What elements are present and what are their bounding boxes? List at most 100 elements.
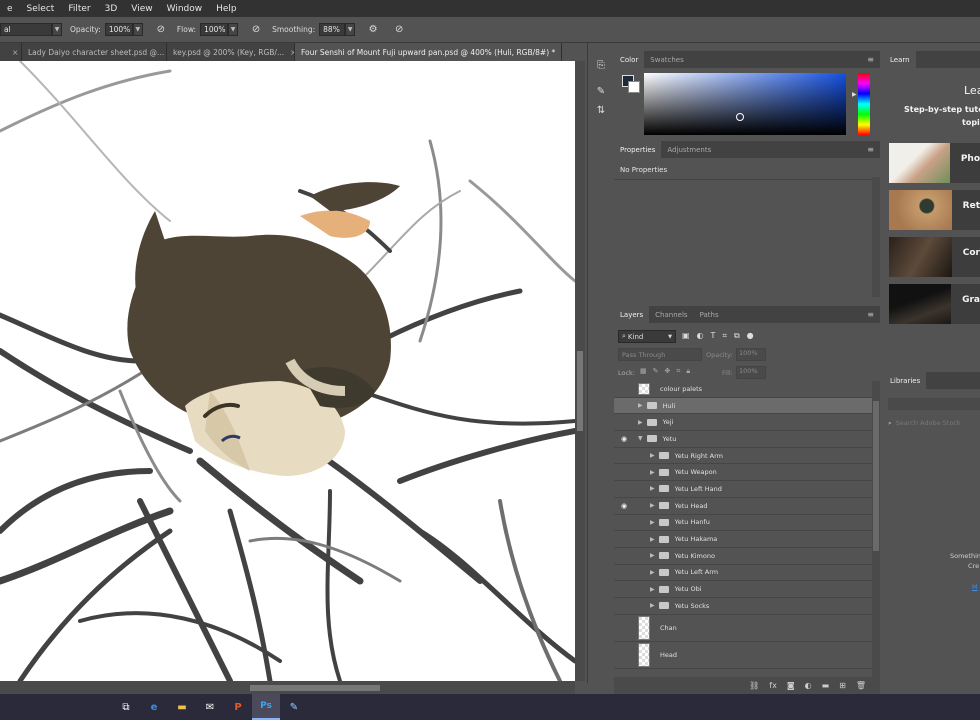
- photoshop-icon[interactable]: Ps: [252, 694, 280, 720]
- hue-slider-arrow[interactable]: ▶: [852, 91, 857, 98]
- layer-opacity-field[interactable]: 100%: [736, 348, 766, 361]
- chevron-right-icon[interactable]: ▶: [650, 536, 655, 543]
- menu-3d[interactable]: 3D: [98, 4, 125, 14]
- layer-row[interactable]: ▶ Yetu Obi: [614, 581, 872, 598]
- eye-icon[interactable]: [614, 464, 634, 480]
- menu-filter[interactable]: Filter: [61, 4, 97, 14]
- eye-icon[interactable]: [614, 448, 634, 464]
- properties-scrollbar[interactable]: [872, 177, 880, 297]
- learn-card-retouch[interactable]: Ret: [889, 190, 980, 230]
- eye-icon[interactable]: [614, 381, 634, 397]
- hamburger-icon[interactable]: ≡: [867, 145, 874, 154]
- chevron-down-icon[interactable]: ▼: [228, 23, 239, 36]
- doc-tab-key[interactable]: key.psd @ 200% (Key, RGB/...×: [167, 43, 295, 61]
- library-select[interactable]: [888, 398, 980, 410]
- doc-tab-four-senshi[interactable]: Four Senshi of Mount Fuji upward pan.psd…: [295, 43, 562, 61]
- airbrush-icon[interactable]: ⊘: [248, 22, 264, 38]
- tab-swatches[interactable]: Swatches: [644, 51, 689, 68]
- layer-row[interactable]: colour palets: [614, 381, 872, 398]
- scroll-thumb[interactable]: [873, 401, 879, 551]
- chevron-right-icon[interactable]: ▶: [638, 419, 643, 426]
- chevron-right-icon[interactable]: ▶: [650, 569, 655, 576]
- gear-icon[interactable]: ⚙: [365, 22, 381, 38]
- chevron-right-icon[interactable]: ▶: [650, 502, 655, 509]
- color-picker-cursor[interactable]: [736, 113, 744, 121]
- tab-channels[interactable]: Channels: [649, 306, 693, 323]
- tab-learn[interactable]: Learn: [884, 51, 916, 68]
- hamburger-icon[interactable]: ≡: [867, 55, 874, 64]
- eye-icon[interactable]: [614, 531, 634, 547]
- flow-field[interactable]: 100%: [200, 23, 229, 36]
- chevron-right-icon[interactable]: ▶: [638, 402, 643, 409]
- powerpoint-icon[interactable]: P: [224, 694, 252, 720]
- lock-all-icon[interactable]: 🔒︎: [686, 367, 690, 376]
- eye-icon[interactable]: [614, 598, 634, 614]
- hamburger-icon[interactable]: ≡: [867, 310, 874, 319]
- chevron-down-icon[interactable]: ▼: [345, 23, 356, 36]
- eye-icon[interactable]: [614, 581, 634, 597]
- eye-icon[interactable]: ◉: [614, 431, 634, 447]
- eye-icon[interactable]: [614, 398, 634, 414]
- menu-select[interactable]: Select: [20, 4, 62, 14]
- opacity-field[interactable]: 100%: [104, 23, 133, 36]
- menu-help[interactable]: Help: [209, 4, 244, 14]
- lock-artboard-icon[interactable]: ⌗: [676, 367, 680, 376]
- trash-icon[interactable]: 🗑︎: [856, 681, 866, 690]
- new-group-icon[interactable]: ▬: [822, 681, 830, 690]
- chevron-right-icon[interactable]: ▶: [650, 485, 655, 492]
- layer-row[interactable]: ▶ Yetu Hakama: [614, 531, 872, 548]
- eye-icon[interactable]: [614, 647, 634, 663]
- layer-row[interactable]: Head: [614, 642, 872, 669]
- learn-card-photography[interactable]: Pho: [889, 143, 980, 183]
- layer-row[interactable]: ◉ ▼ Yetu: [614, 431, 872, 448]
- tab-adjustments[interactable]: Adjustments: [661, 141, 717, 158]
- layer-row[interactable]: ◉ ▶ Yetu Head: [614, 498, 872, 515]
- layer-row[interactable]: ▶ Yeji: [614, 414, 872, 432]
- layer-style-icon[interactable]: fx: [769, 681, 777, 690]
- document-canvas[interactable]: [0, 61, 575, 681]
- layer-row[interactable]: Chan: [614, 615, 872, 642]
- close-icon[interactable]: ×: [12, 48, 18, 57]
- eye-icon[interactable]: [614, 620, 634, 636]
- tab-properties[interactable]: Properties: [614, 141, 662, 158]
- layer-row[interactable]: ▶ Yetu Hanfu: [614, 515, 872, 532]
- layer-row[interactable]: ▶ Yetu Left Hand: [614, 481, 872, 498]
- task-view-icon[interactable]: ⧉: [112, 694, 140, 720]
- mail-icon[interactable]: ✉: [196, 694, 224, 720]
- chevron-right-icon[interactable]: ▶: [650, 519, 655, 526]
- learn-card-color[interactable]: Cor: [889, 237, 980, 277]
- link-layers-icon[interactable]: ⛓: [749, 681, 759, 690]
- libraries-link[interactable]: M: [972, 583, 978, 591]
- menu-window[interactable]: Window: [160, 4, 210, 14]
- layer-row[interactable]: ▶ Yetu Left Arm: [614, 565, 872, 582]
- adjustments-icon[interactable]: ⇅: [591, 102, 611, 118]
- blend-mode-select[interactable]: Pass Through: [618, 348, 702, 361]
- menu-view[interactable]: View: [124, 4, 159, 14]
- doc-tab-lady-daiyo[interactable]: Lady Daiyo character sheet.psd @...×: [22, 43, 167, 61]
- tab-paths[interactable]: Paths: [694, 306, 725, 323]
- color-field[interactable]: [644, 73, 846, 135]
- chevron-down-icon[interactable]: ▼: [638, 435, 643, 442]
- background-color-swatch[interactable]: [628, 81, 640, 93]
- layer-row[interactable]: ▶ Huli: [614, 397, 872, 415]
- pressure-size-icon[interactable]: ⊘: [391, 22, 407, 38]
- scroll-thumb[interactable]: [577, 351, 583, 431]
- layers-scrollbar[interactable]: [872, 381, 880, 677]
- lock-position-icon[interactable]: ✥: [665, 367, 671, 376]
- lock-transparent-icon[interactable]: ▦: [640, 367, 647, 376]
- shape-filter-icon[interactable]: ⌗: [722, 331, 727, 341]
- layer-row[interactable]: ▶ Yetu Weapon: [614, 464, 872, 482]
- chevron-right-icon[interactable]: ▶: [650, 469, 655, 476]
- smoothing-field[interactable]: 88%: [319, 23, 346, 36]
- brush-settings-icon[interactable]: ✎: [591, 83, 611, 99]
- filter-toggle-icon[interactable]: ●: [747, 331, 754, 341]
- stock-search-input[interactable]: ⌕ Search Adobe Stock: [888, 417, 980, 429]
- chevron-right-icon[interactable]: ▶: [650, 602, 655, 609]
- eye-icon[interactable]: [614, 548, 634, 564]
- brush-mode-select[interactable]: al: [0, 23, 52, 36]
- tab-libraries[interactable]: Libraries: [884, 372, 927, 389]
- layer-row[interactable]: ▶ Yetu Right Arm: [614, 448, 872, 465]
- canvas-vertical-scrollbar[interactable]: [575, 61, 585, 681]
- eye-icon[interactable]: [614, 481, 634, 497]
- pressure-opacity-icon[interactable]: ⊘: [153, 22, 169, 38]
